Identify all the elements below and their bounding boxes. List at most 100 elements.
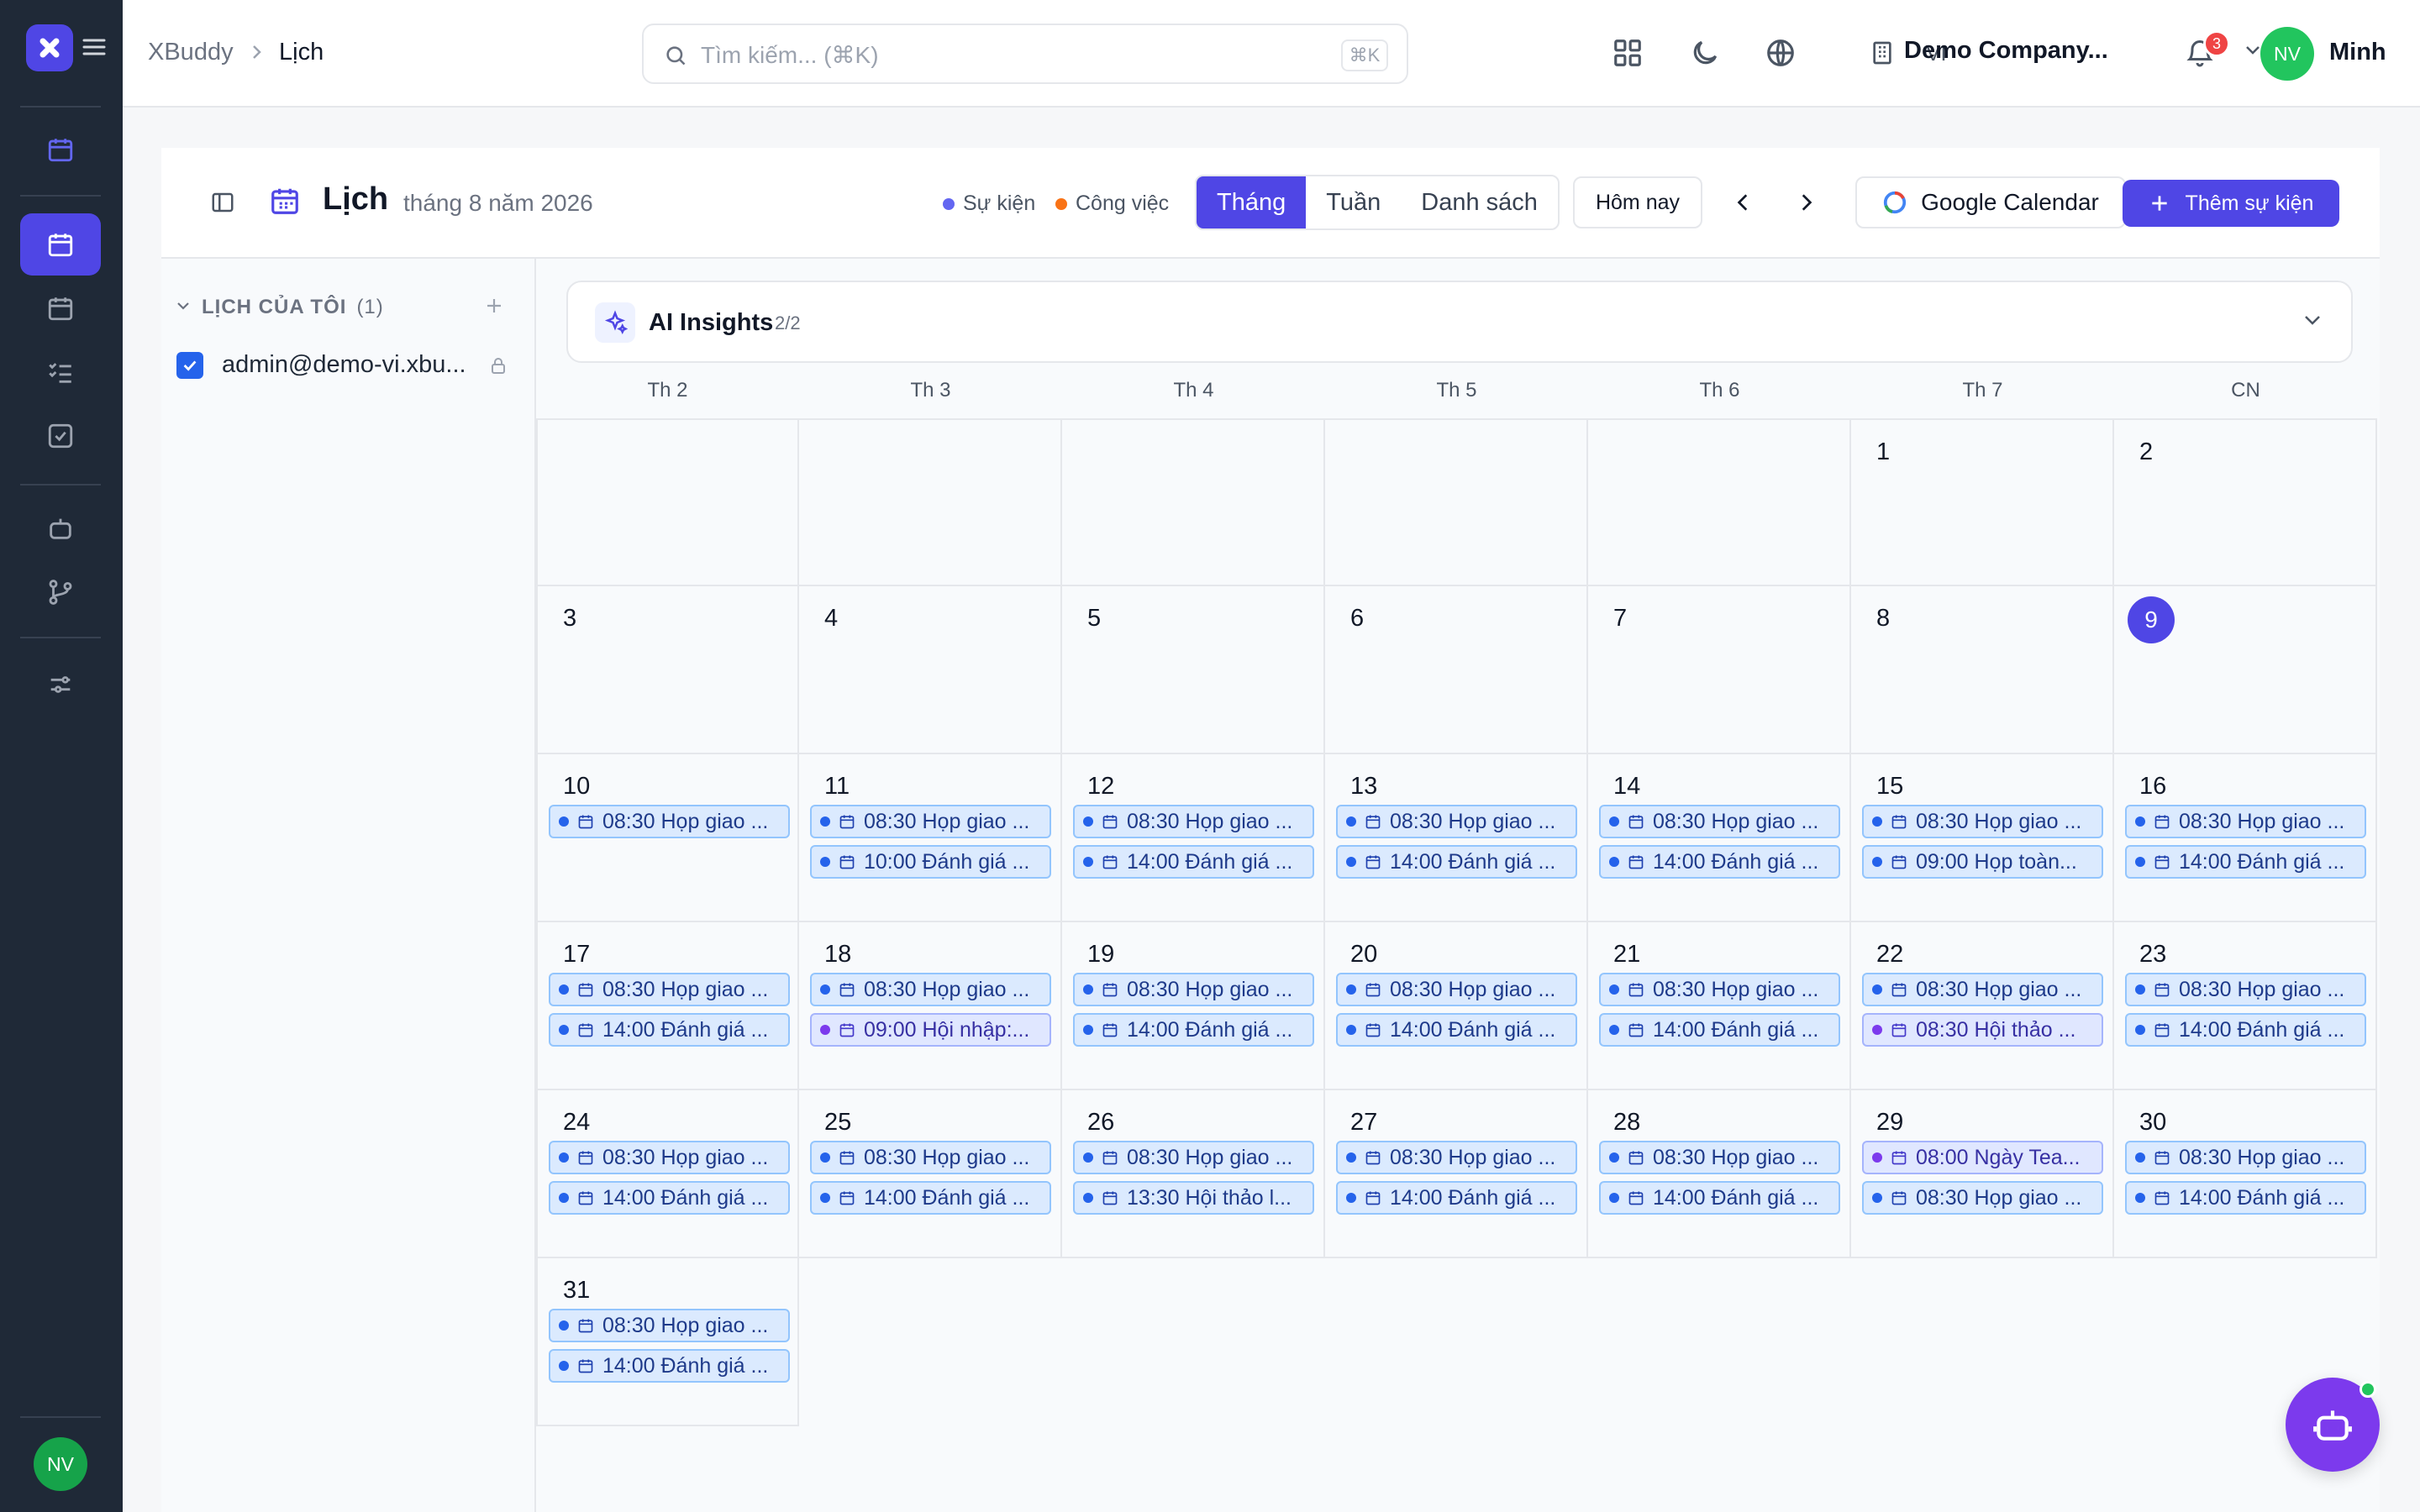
day-cell[interactable]: 31 08:30 Họp giao ... 14:00 Đánh giá ... xyxy=(536,1258,799,1426)
calendar-event[interactable]: 14:00 Đánh giá ... xyxy=(1073,845,1314,879)
calendar-event[interactable]: 08:30 Họp giao ... xyxy=(1599,1141,1840,1174)
day-cell[interactable]: 25 08:30 Họp giao ... 14:00 Đánh giá ... xyxy=(799,1090,1062,1258)
calendar-event[interactable]: 08:30 Họp giao ... xyxy=(1599,973,1840,1006)
day-cell[interactable]: 14 08:30 Họp giao ... 14:00 Đánh giá ... xyxy=(1588,754,1851,922)
rail-settings[interactable] xyxy=(20,654,101,716)
calendar-checkbox[interactable] xyxy=(176,351,203,379)
day-cell[interactable]: 8 xyxy=(1851,586,2114,754)
rail-workflow[interactable] xyxy=(20,561,101,623)
app-logo[interactable] xyxy=(26,24,73,71)
calendar-event[interactable]: 08:30 Họp giao ... xyxy=(1862,805,2103,838)
calendar-event[interactable]: 08:30 Họp giao ... xyxy=(1073,805,1314,838)
calendar-event[interactable]: 08:30 Họp giao ... xyxy=(1862,973,2103,1006)
day-cell[interactable]: 20 08:30 Họp giao ... 14:00 Đánh giá ... xyxy=(1325,922,1588,1090)
calendar-event[interactable]: 08:30 Họp giao ... xyxy=(549,1141,790,1174)
menu-icon[interactable] xyxy=(82,37,106,61)
day-cell[interactable] xyxy=(1325,418,1588,586)
my-calendars-header[interactable]: LỊCH CỦA TÔI (1) xyxy=(177,296,384,319)
assistant-bot-button[interactable] xyxy=(2286,1378,2380,1472)
view-week-tab[interactable]: Tuần xyxy=(1306,176,1401,228)
calendar-event[interactable]: 14:00 Đánh giá ... xyxy=(1599,1013,1840,1047)
calendar-event[interactable]: 14:00 Đánh giá ... xyxy=(1073,1013,1314,1047)
calendar-event[interactable]: 08:30 Họp giao ... xyxy=(1336,1141,1577,1174)
calendar-event[interactable]: 08:30 Hội thảo ... xyxy=(1862,1013,2103,1047)
calendar-event[interactable]: 14:00 Đánh giá ... xyxy=(2125,845,2366,879)
day-cell[interactable]: 15 08:30 Họp giao ... 09:00 Họp toàn... xyxy=(1851,754,2114,922)
day-cell[interactable]: 30 08:30 Họp giao ... 14:00 Đánh giá ... xyxy=(2114,1090,2377,1258)
google-calendar-button[interactable]: Google Calendar xyxy=(1855,176,2126,228)
day-cell[interactable]: 9 xyxy=(2114,586,2377,754)
user-avatar[interactable]: NV xyxy=(2260,27,2314,81)
calendar-event[interactable]: 14:00 Đánh giá ... xyxy=(549,1013,790,1047)
calendar-event[interactable]: 08:30 Họp giao ... xyxy=(810,805,1051,838)
user-name[interactable]: Minh xyxy=(2329,39,2386,66)
calendar-event[interactable]: 08:30 Họp giao ... xyxy=(1862,1181,2103,1215)
day-cell[interactable]: 28 08:30 Họp giao ... 14:00 Đánh giá ... xyxy=(1588,1090,1851,1258)
calendar-event[interactable]: 10:00 Đánh giá ... xyxy=(810,845,1051,879)
calendar-event[interactable]: 14:00 Đánh giá ... xyxy=(1599,845,1840,879)
dark-mode-icon[interactable] xyxy=(1689,37,1721,73)
rail-checklist[interactable] xyxy=(20,405,101,467)
day-cell[interactable]: 16 08:30 Họp giao ... 14:00 Đánh giá ... xyxy=(2114,754,2377,922)
rail-tasks[interactable] xyxy=(20,341,101,403)
calendar-event[interactable]: 14:00 Đánh giá ... xyxy=(1336,1181,1577,1215)
add-event-button[interactable]: Thêm sự kiện xyxy=(2123,180,2339,227)
day-cell[interactable]: 29 08:00 Ngày Tea... 08:30 Họp giao ... xyxy=(1851,1090,2114,1258)
add-calendar-icon[interactable] xyxy=(484,296,504,320)
chevron-down-icon[interactable] xyxy=(2244,44,2262,61)
day-cell[interactable] xyxy=(799,418,1062,586)
day-cell[interactable]: 4 xyxy=(799,586,1062,754)
calendar-event[interactable]: 08:30 Họp giao ... xyxy=(2125,1141,2366,1174)
prev-month-icon[interactable] xyxy=(1733,192,1754,218)
rail-bot[interactable] xyxy=(20,497,101,559)
rail-avatar[interactable]: NV xyxy=(34,1437,87,1491)
day-cell[interactable]: 12 08:30 Họp giao ... 14:00 Đánh giá ... xyxy=(1062,754,1325,922)
globe-icon[interactable] xyxy=(1765,37,1797,73)
calendar-event[interactable]: 08:30 Họp giao ... xyxy=(2125,973,2366,1006)
calendar-event[interactable]: 08:30 Họp giao ... xyxy=(1336,805,1577,838)
day-cell[interactable]: 11 08:30 Họp giao ... 10:00 Đánh giá ... xyxy=(799,754,1062,922)
day-cell[interactable]: 7 xyxy=(1588,586,1851,754)
breadcrumb-home[interactable]: XBuddy xyxy=(148,39,234,66)
calendar-event[interactable]: 14:00 Đánh giá ... xyxy=(2125,1013,2366,1047)
day-cell[interactable]: 22 08:30 Họp giao ... 08:30 Hội thảo ... xyxy=(1851,922,2114,1090)
day-cell[interactable] xyxy=(536,418,799,586)
rail-schedule[interactable] xyxy=(20,277,101,339)
day-cell[interactable]: 19 08:30 Họp giao ... 14:00 Đánh giá ... xyxy=(1062,922,1325,1090)
calendar-list-item[interactable]: admin@demo-vi.xbu... xyxy=(176,351,508,379)
day-cell[interactable]: 17 08:30 Họp giao ... 14:00 Đánh giá ... xyxy=(536,922,799,1090)
day-cell[interactable]: 1 xyxy=(1851,418,2114,586)
day-cell[interactable]: 2 xyxy=(2114,418,2377,586)
calendar-event[interactable]: 08:30 Họp giao ... xyxy=(1073,973,1314,1006)
view-month-tab[interactable]: Tháng xyxy=(1197,176,1307,228)
calendar-event[interactable]: 08:30 Họp giao ... xyxy=(1599,805,1840,838)
day-cell[interactable]: 13 08:30 Họp giao ... 14:00 Đánh giá ... xyxy=(1325,754,1588,922)
sidebar-toggle-icon[interactable] xyxy=(210,190,235,219)
calendar-event[interactable]: 14:00 Đánh giá ... xyxy=(810,1181,1051,1215)
calendar-event[interactable]: 08:30 Họp giao ... xyxy=(549,805,790,838)
search-input[interactable]: Tìm kiếm... (⌘K) ⌘K xyxy=(642,24,1408,84)
calendar-event[interactable]: 08:00 Ngày Tea... xyxy=(1862,1141,2103,1174)
rail-calendar[interactable] xyxy=(20,213,101,276)
calendar-event[interactable]: 08:30 Họp giao ... xyxy=(2125,805,2366,838)
day-cell[interactable]: 27 08:30 Họp giao ... 14:00 Đánh giá ... xyxy=(1325,1090,1588,1258)
day-cell[interactable] xyxy=(1062,418,1325,586)
calendar-event[interactable]: 08:30 Họp giao ... xyxy=(549,1309,790,1342)
calendar-event[interactable]: 14:00 Đánh giá ... xyxy=(2125,1181,2366,1215)
day-cell[interactable]: 26 08:30 Họp giao ... 13:30 Hội thảo l... xyxy=(1062,1090,1325,1258)
calendar-event[interactable]: 14:00 Đánh giá ... xyxy=(1336,1013,1577,1047)
day-cell[interactable]: 5 xyxy=(1062,586,1325,754)
chevron-down-icon[interactable] xyxy=(2302,312,2323,332)
calendar-event[interactable]: 08:30 Họp giao ... xyxy=(1336,973,1577,1006)
day-cell[interactable]: 6 xyxy=(1325,586,1588,754)
calendar-event[interactable]: 14:00 Đánh giá ... xyxy=(549,1349,790,1383)
today-button[interactable]: Hôm nay xyxy=(1573,176,1702,228)
calendar-event[interactable]: 14:00 Đánh giá ... xyxy=(1336,845,1577,879)
day-cell[interactable] xyxy=(1588,418,1851,586)
calendar-event[interactable]: 08:30 Họp giao ... xyxy=(549,973,790,1006)
day-cell[interactable]: 24 08:30 Họp giao ... 14:00 Đánh giá ... xyxy=(536,1090,799,1258)
apps-grid-icon[interactable] xyxy=(1612,37,1644,73)
calendar-event[interactable]: 08:30 Họp giao ... xyxy=(810,1141,1051,1174)
calendar-event[interactable]: 09:00 Họp toàn... xyxy=(1862,845,2103,879)
calendar-event[interactable]: 08:30 Họp giao ... xyxy=(1073,1141,1314,1174)
